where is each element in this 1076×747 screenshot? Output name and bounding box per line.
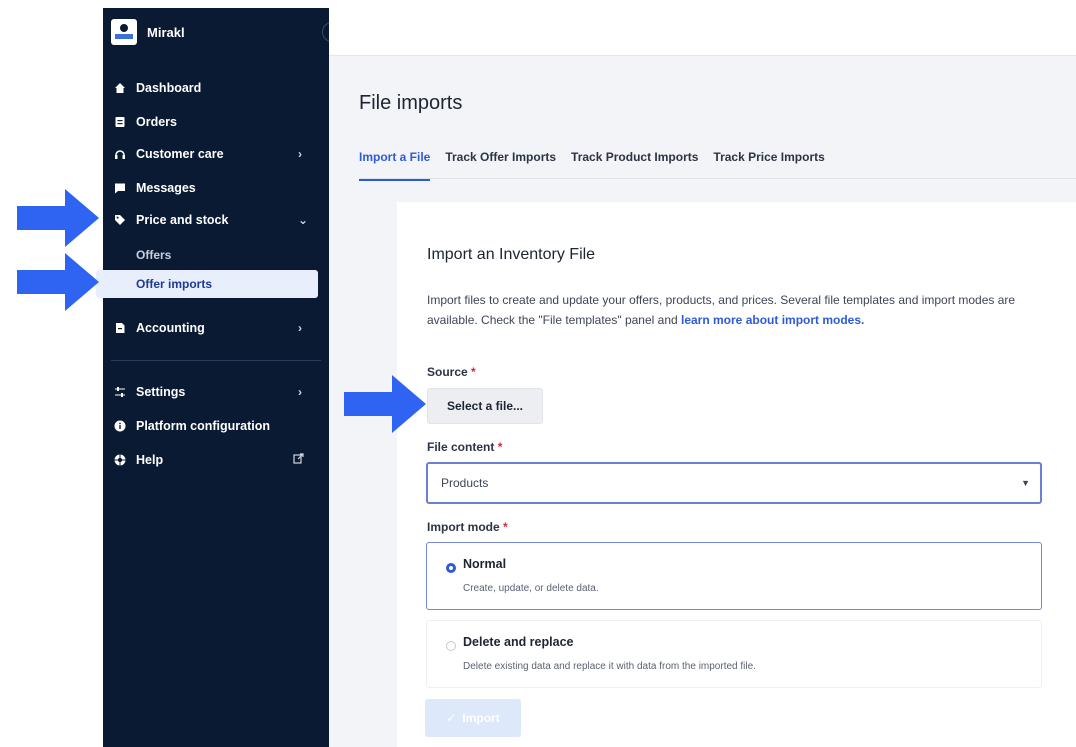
sidebar-item-platform-configuration[interactable]: Platform configuration bbox=[103, 412, 329, 440]
sidebar-item-label: Customer care bbox=[136, 147, 224, 161]
accounting-icon bbox=[114, 322, 126, 334]
tab-track-price-imports[interactable]: Track Price Imports bbox=[713, 150, 824, 178]
tabs-divider bbox=[359, 178, 1076, 179]
sidebar-subitem-offer-imports[interactable]: Offer imports bbox=[96, 270, 318, 298]
source-label: Source * bbox=[427, 365, 476, 379]
form-title: Import an Inventory File bbox=[427, 246, 596, 263]
sidebar-subitem-offers[interactable]: Offers bbox=[103, 241, 329, 269]
chevron-right-icon: › bbox=[298, 385, 302, 399]
mirakl-logo-icon bbox=[115, 24, 133, 39]
sidebar-item-messages[interactable]: Messages bbox=[103, 174, 329, 202]
sidebar-item-label: Orders bbox=[136, 115, 177, 129]
sidebar-item-price-and-stock[interactable]: Price and stock ⌄ bbox=[103, 206, 329, 234]
orders-icon bbox=[114, 116, 126, 128]
sidebar-item-help[interactable]: Help bbox=[103, 446, 329, 474]
import-mode-normal[interactable]: Normal Create, update, or delete data. bbox=[426, 542, 1042, 610]
file-content-select[interactable]: Products ▼ bbox=[426, 462, 1042, 504]
mode-title: Delete and replace bbox=[463, 635, 574, 649]
sidebar-item-label: Platform configuration bbox=[136, 419, 271, 433]
sidebar-item-label: Help bbox=[136, 453, 164, 467]
tag-icon bbox=[114, 214, 126, 226]
file-content-value: Products bbox=[441, 476, 489, 490]
tab-track-offer-imports[interactable]: Track Offer Imports bbox=[445, 150, 556, 178]
main-content: File imports Import a File Track Offer I… bbox=[329, 56, 1076, 747]
annotation-arrow-icon bbox=[344, 375, 426, 433]
brand-name: Mirakl bbox=[147, 24, 185, 40]
tab-track-product-imports[interactable]: Track Product Imports bbox=[571, 150, 698, 178]
page-title: File imports bbox=[359, 92, 463, 114]
tab-import-a-file[interactable]: Import a File bbox=[359, 150, 431, 181]
form-description: Import files to create and update your o… bbox=[427, 290, 1042, 330]
brand-logo bbox=[111, 19, 137, 45]
sidebar-item-dashboard[interactable]: Dashboard bbox=[103, 74, 329, 102]
message-icon bbox=[114, 182, 126, 194]
sidebar-item-customer-care[interactable]: Customer care › bbox=[103, 140, 329, 168]
info-icon bbox=[114, 420, 126, 432]
headset-icon bbox=[114, 148, 126, 160]
radio-selected[interactable] bbox=[446, 563, 456, 573]
sidebar-item-orders[interactable]: Orders bbox=[103, 108, 329, 136]
sidebar-item-label: Price and stock bbox=[136, 213, 229, 227]
import-modes-link[interactable]: learn more about import modes. bbox=[681, 313, 864, 327]
check-icon: ✓ bbox=[446, 711, 457, 725]
sidebar-divider bbox=[111, 360, 321, 361]
tabs: Import a File Track Offer Imports Track … bbox=[359, 150, 825, 181]
chevron-right-icon: › bbox=[298, 321, 302, 335]
sidebar-item-settings[interactable]: Settings › bbox=[103, 378, 329, 406]
sidebar-subitem-label: Offer imports bbox=[136, 277, 213, 291]
help-icon bbox=[114, 454, 126, 466]
mode-description: Delete existing data and replace it with… bbox=[463, 661, 756, 672]
sidebar-item-label: Dashboard bbox=[136, 81, 202, 95]
sidebar-item-label: Messages bbox=[136, 181, 196, 195]
import-mode-label: Import mode * bbox=[427, 520, 508, 534]
required-marker: * bbox=[471, 365, 476, 379]
import-button[interactable]: ✓ Import bbox=[425, 699, 521, 737]
mode-title: Normal bbox=[463, 557, 507, 571]
import-form-card: Import an Inventory File Import files to… bbox=[397, 202, 1076, 747]
caret-down-icon: ▼ bbox=[1021, 478, 1030, 488]
annotation-arrow-icon bbox=[17, 253, 99, 311]
brand[interactable]: Mirakl bbox=[103, 8, 329, 56]
chevron-right-icon: › bbox=[298, 147, 302, 161]
sidebar-subitem-label: Offers bbox=[136, 248, 172, 262]
chevron-down-icon: ⌄ bbox=[298, 213, 309, 227]
import-button-label: Import bbox=[462, 711, 500, 725]
required-marker: * bbox=[503, 520, 508, 534]
select-file-button[interactable]: Select a file... bbox=[427, 388, 543, 424]
file-content-label: File content * bbox=[427, 440, 503, 454]
mode-description: Create, update, or delete data. bbox=[463, 583, 599, 594]
home-icon bbox=[114, 82, 126, 94]
sidebar: Mirakl ❮ Dashboard Orders Customer care … bbox=[96, 8, 342, 747]
sidebar-item-accounting[interactable]: Accounting › bbox=[103, 314, 329, 342]
external-link-icon bbox=[293, 453, 304, 467]
sidebar-item-label: Settings bbox=[136, 385, 186, 399]
radio-unselected[interactable] bbox=[446, 641, 456, 651]
sidebar-item-label: Accounting bbox=[136, 321, 205, 335]
top-bar bbox=[329, 8, 1076, 56]
required-marker: * bbox=[497, 440, 503, 454]
annotation-arrow-icon bbox=[17, 189, 99, 247]
sliders-icon bbox=[114, 386, 126, 398]
import-mode-delete-and-replace[interactable]: Delete and replace Delete existing data … bbox=[426, 620, 1042, 688]
